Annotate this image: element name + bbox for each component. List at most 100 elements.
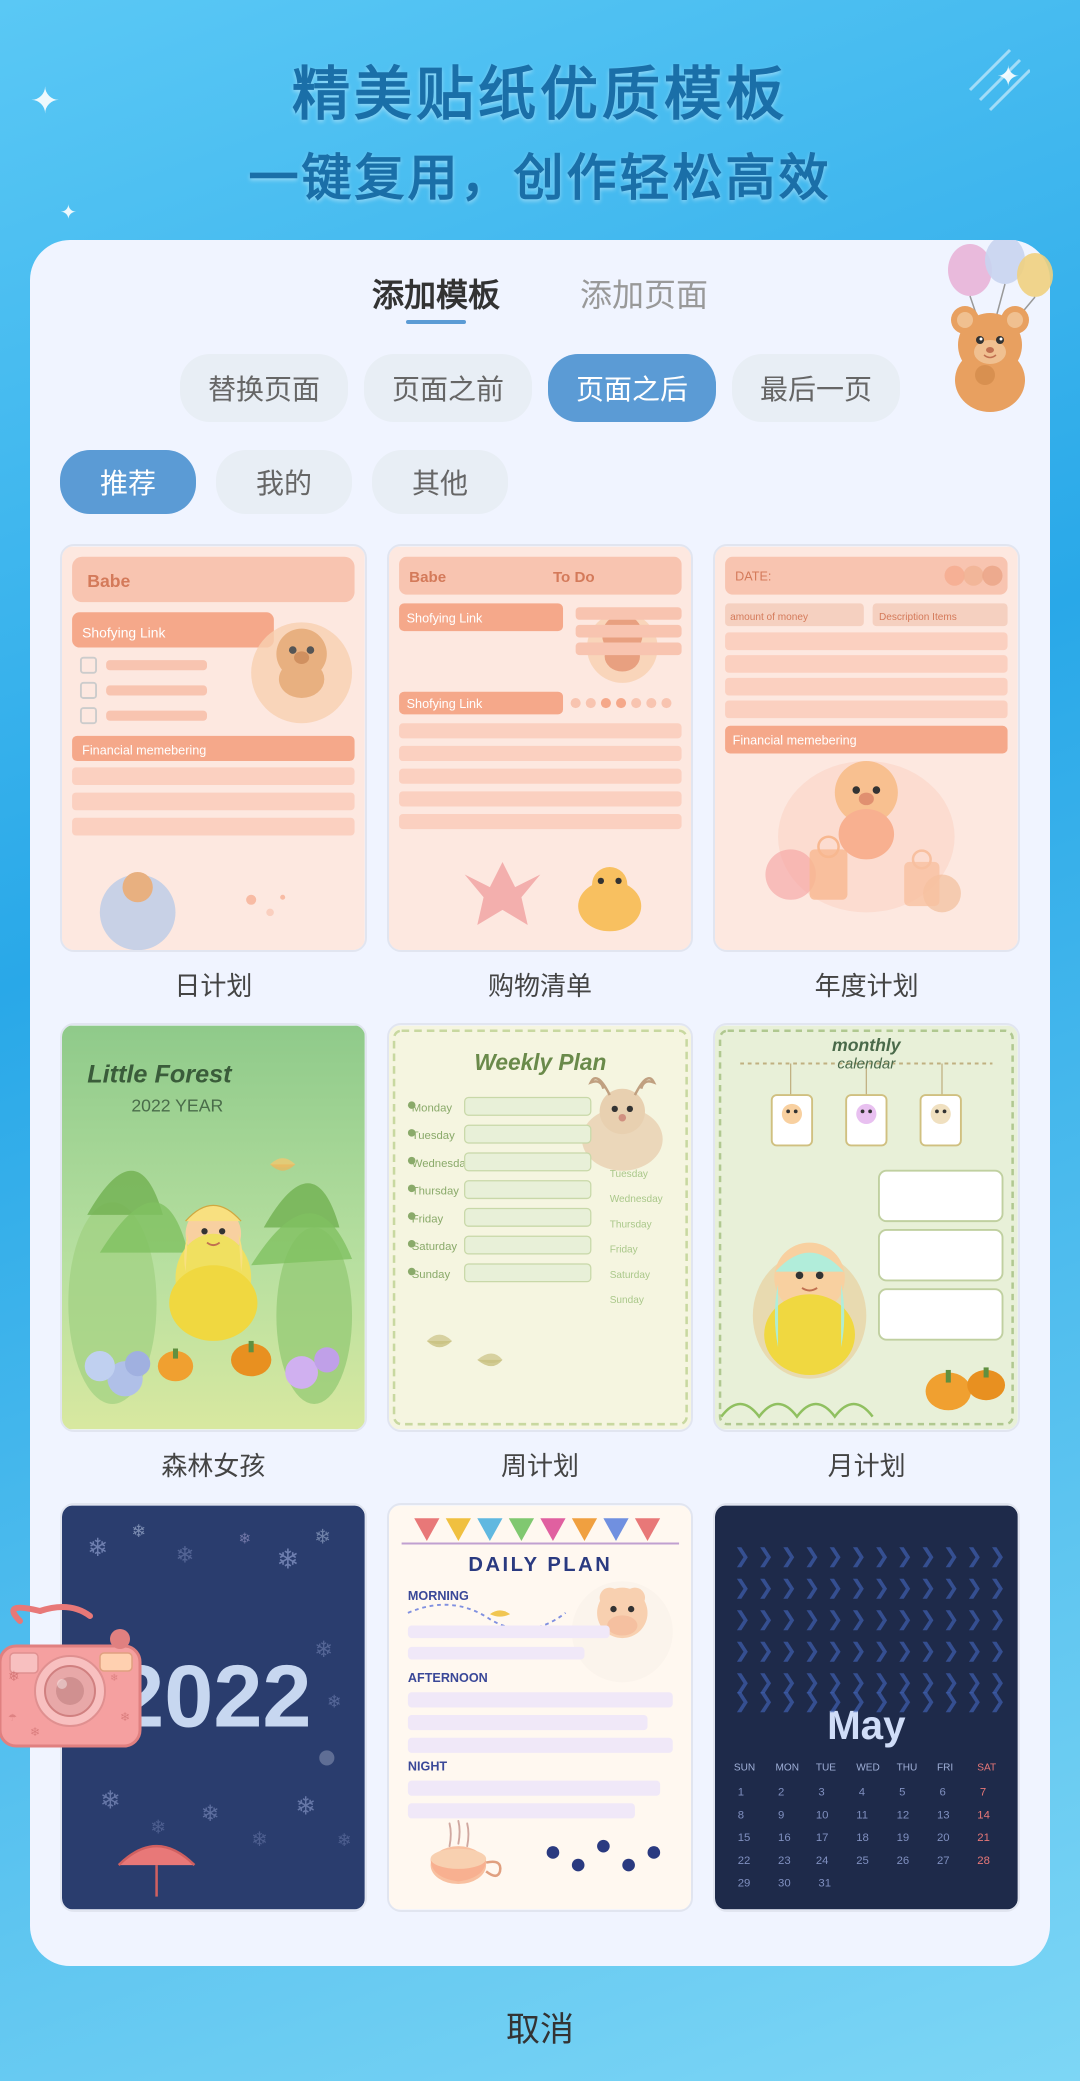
bear-decoration xyxy=(910,240,1070,400)
svg-text:❄: ❄ xyxy=(87,1534,108,1562)
btn-after-page[interactable]: 页面之后 xyxy=(548,354,716,422)
svg-text:21: 21 xyxy=(978,1832,991,1844)
template-item-shopping[interactable]: Babe To Do Shofying Link xyxy=(387,544,694,1004)
template-item-dailyplan[interactable]: DAILY PLAN MORNING xyxy=(387,1503,694,1926)
tabs-header: 添加模板 添加页面 xyxy=(60,270,1020,324)
svg-text:Saturday: Saturday xyxy=(411,1242,457,1254)
svg-text:❄: ❄ xyxy=(150,1818,166,1839)
svg-text:THU: THU xyxy=(897,1763,918,1774)
svg-text:❄: ❄ xyxy=(201,1800,220,1826)
template-thumb-daily: Babe Shofying Link xyxy=(60,544,367,953)
svg-text:Friday: Friday xyxy=(609,1245,638,1256)
svg-text:❄: ❄ xyxy=(131,1522,146,1542)
svg-text:Babe: Babe xyxy=(409,569,446,586)
template-thumb-may: ❯❯❯❯❯❯❯❯❯❯❯❯ ❯❯❯❯❯❯❯❯❯❯❯❯ ❯❯❯❯❯❯❯❯❯❯❯❯ ❯… xyxy=(713,1503,1020,1912)
svg-text:❄: ❄ xyxy=(239,1531,252,1548)
svg-text:MON: MON xyxy=(776,1763,800,1774)
tab-add-template[interactable]: 添加模板 xyxy=(372,270,500,324)
svg-text:❄: ❄ xyxy=(8,1668,20,1684)
svg-text:❯❯❯❯❯❯❯❯❯❯❯❯: ❯❯❯❯❯❯❯❯❯❯❯❯ xyxy=(734,1577,1012,1599)
svg-text:Description Items: Description Items xyxy=(879,611,957,622)
main-card: 添加模板 添加页面 替换页面 页面之前 页面之后 最后一页 推荐 我的 其他 B… xyxy=(30,240,1050,1967)
svg-text:6: 6 xyxy=(940,1787,946,1799)
btn-recommend[interactable]: 推荐 xyxy=(60,450,196,514)
svg-text:24: 24 xyxy=(816,1855,829,1867)
svg-text:❄: ❄ xyxy=(30,1725,40,1739)
svg-text:26: 26 xyxy=(897,1855,910,1867)
svg-text:SAT: SAT xyxy=(978,1763,997,1774)
svg-text:Tuesday: Tuesday xyxy=(411,1131,454,1143)
svg-text:❯❯❯❯❯❯❯❯❯❯❯❯: ❯❯❯❯❯❯❯❯❯❯❯❯ xyxy=(734,1546,1012,1568)
template-label-monthly: 月计划 xyxy=(828,1446,906,1483)
svg-text:4: 4 xyxy=(859,1787,865,1799)
svg-text:❄: ❄ xyxy=(276,1544,299,1575)
tab-add-page[interactable]: 添加页面 xyxy=(580,270,708,324)
svg-text:Thursday: Thursday xyxy=(609,1220,652,1231)
svg-text:Shofying Link: Shofying Link xyxy=(82,624,165,640)
svg-text:DAILY PLAN: DAILY PLAN xyxy=(468,1555,612,1577)
svg-text:14: 14 xyxy=(978,1810,991,1822)
svg-text:16: 16 xyxy=(778,1832,791,1844)
svg-text:25: 25 xyxy=(857,1855,870,1867)
svg-text:29: 29 xyxy=(738,1878,751,1890)
svg-text:☂: ☂ xyxy=(8,1713,17,1724)
template-item-may[interactable]: ❯❯❯❯❯❯❯❯❯❯❯❯ ❯❯❯❯❯❯❯❯❯❯❯❯ ❯❯❯❯❯❯❯❯❯❯❯❯ ❯… xyxy=(713,1503,1020,1926)
svg-text:27: 27 xyxy=(937,1855,950,1867)
svg-text:❄: ❄ xyxy=(295,1793,316,1821)
btn-replace-page[interactable]: 替换页面 xyxy=(180,354,348,422)
svg-text:Babe: Babe xyxy=(87,571,130,591)
svg-text:❯❯❯❯❯❯❯❯❯❯❯❯: ❯❯❯❯❯❯❯❯❯❯❯❯ xyxy=(734,1640,1012,1662)
svg-text:Weekly Plan: Weekly Plan xyxy=(474,1049,606,1075)
svg-text:9: 9 xyxy=(778,1810,784,1822)
svg-text:NIGHT: NIGHT xyxy=(408,1760,448,1774)
position-buttons: 替换页面 页面之前 页面之后 最后一页 xyxy=(60,354,1020,422)
svg-text:FRI: FRI xyxy=(937,1763,953,1774)
svg-text:❯❯❯❯❯❯❯❯❯❯❯❯: ❯❯❯❯❯❯❯❯❯❯❯❯ xyxy=(734,1609,1012,1631)
svg-text:Financial memebering: Financial memebering xyxy=(82,743,206,757)
template-thumb-dailyplan: DAILY PLAN MORNING xyxy=(387,1503,694,1912)
btn-last-page[interactable]: 最后一页 xyxy=(732,354,900,422)
svg-text:Financial memebering: Financial memebering xyxy=(733,733,857,747)
svg-text:19: 19 xyxy=(897,1832,910,1844)
svg-text:❄: ❄ xyxy=(314,1636,333,1662)
svg-text:amount of money: amount of money xyxy=(730,611,809,622)
svg-text:23: 23 xyxy=(778,1855,791,1867)
template-grid: Babe Shofying Link xyxy=(60,544,1020,1927)
svg-text:❄: ❄ xyxy=(110,1673,118,1684)
template-item-forest[interactable]: Little Forest 2022 YEAR xyxy=(60,1023,367,1483)
svg-text:❄: ❄ xyxy=(337,1831,352,1851)
svg-text:5: 5 xyxy=(899,1787,905,1799)
template-thumb-monthly: monthly calendar xyxy=(713,1023,1020,1432)
btn-mine[interactable]: 我的 xyxy=(216,450,352,514)
svg-text:monthly: monthly xyxy=(832,1035,902,1055)
svg-text:17: 17 xyxy=(816,1832,829,1844)
cancel-bar: 取消 xyxy=(0,1966,1080,2081)
svg-text:❄: ❄ xyxy=(120,1710,130,1724)
svg-text:Little Forest: Little Forest xyxy=(87,1061,233,1089)
svg-text:2: 2 xyxy=(778,1787,784,1799)
svg-text:Sunday: Sunday xyxy=(411,1269,450,1281)
template-thumb-weekly: Weekly Plan Monday Tuesday xyxy=(387,1023,694,1432)
svg-text:Wednesday: Wednesday xyxy=(411,1158,471,1170)
svg-text:20: 20 xyxy=(937,1832,950,1844)
svg-text:12: 12 xyxy=(897,1810,910,1822)
svg-text:❄: ❄ xyxy=(175,1542,194,1568)
svg-text:15: 15 xyxy=(738,1832,751,1844)
svg-text:Thursday: Thursday xyxy=(411,1186,459,1198)
svg-text:28: 28 xyxy=(978,1855,991,1867)
cancel-button[interactable]: 取消 xyxy=(506,2002,574,2051)
template-label-shopping: 购物清单 xyxy=(488,966,592,1003)
svg-text:1: 1 xyxy=(738,1787,744,1799)
template-thumb-shopping: Babe To Do Shofying Link xyxy=(387,544,694,953)
svg-text:❄: ❄ xyxy=(251,1830,268,1852)
template-thumb-forest: Little Forest 2022 YEAR xyxy=(60,1023,367,1432)
template-label-yearly: 年度计划 xyxy=(815,966,919,1003)
svg-text:7: 7 xyxy=(980,1787,986,1799)
template-item-daily[interactable]: Babe Shofying Link xyxy=(60,544,367,1004)
btn-before-page[interactable]: 页面之前 xyxy=(364,354,532,422)
template-item-monthly[interactable]: monthly calendar xyxy=(713,1023,1020,1483)
template-item-yearly[interactable]: DATE: amount of money Description Items xyxy=(713,544,1020,1004)
template-item-weekly[interactable]: Weekly Plan Monday Tuesday xyxy=(387,1023,694,1483)
header-title-line1: 精美贴纸优质模板 xyxy=(40,60,1040,130)
btn-other[interactable]: 其他 xyxy=(372,450,508,514)
